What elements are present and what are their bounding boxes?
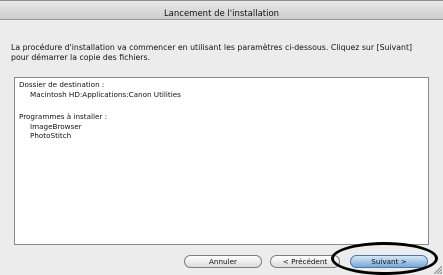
intro-line-1: La procédure d'installation va commencer… (11, 43, 413, 52)
destination-section: Dossier de destination : Macintosh HD:Ap… (19, 80, 181, 99)
installer-window: Lancement de l'installation La procédure… (0, 0, 443, 275)
program-item: ImageBrowser (30, 121, 82, 131)
program-item: PhotoStitch (30, 131, 72, 140)
programs-label: Programmes à installer : (19, 112, 108, 121)
cancel-button[interactable]: Annuler (184, 255, 262, 268)
programs-section: Programmes à installer : ImageBrowser Ph… (19, 112, 107, 141)
resize-grip-icon[interactable] (434, 266, 442, 274)
destination-value: Macintosh HD:Applications:Canon Utilitie… (30, 89, 181, 99)
title-bar[interactable]: Lancement de l'installation (0, 1, 443, 20)
intro-text: La procédure d'installation va commencer… (11, 43, 433, 63)
next-button[interactable]: Suivant > (350, 255, 428, 268)
previous-button[interactable]: < Précédent (270, 255, 340, 268)
settings-summary-box: Dossier de destination : Macintosh HD:Ap… (14, 77, 429, 245)
window-title: Lancement de l'installation (163, 9, 280, 19)
destination-label: Dossier de destination : (19, 80, 105, 89)
intro-line-2: pour démarrer la copie des fichiers. (11, 53, 151, 62)
